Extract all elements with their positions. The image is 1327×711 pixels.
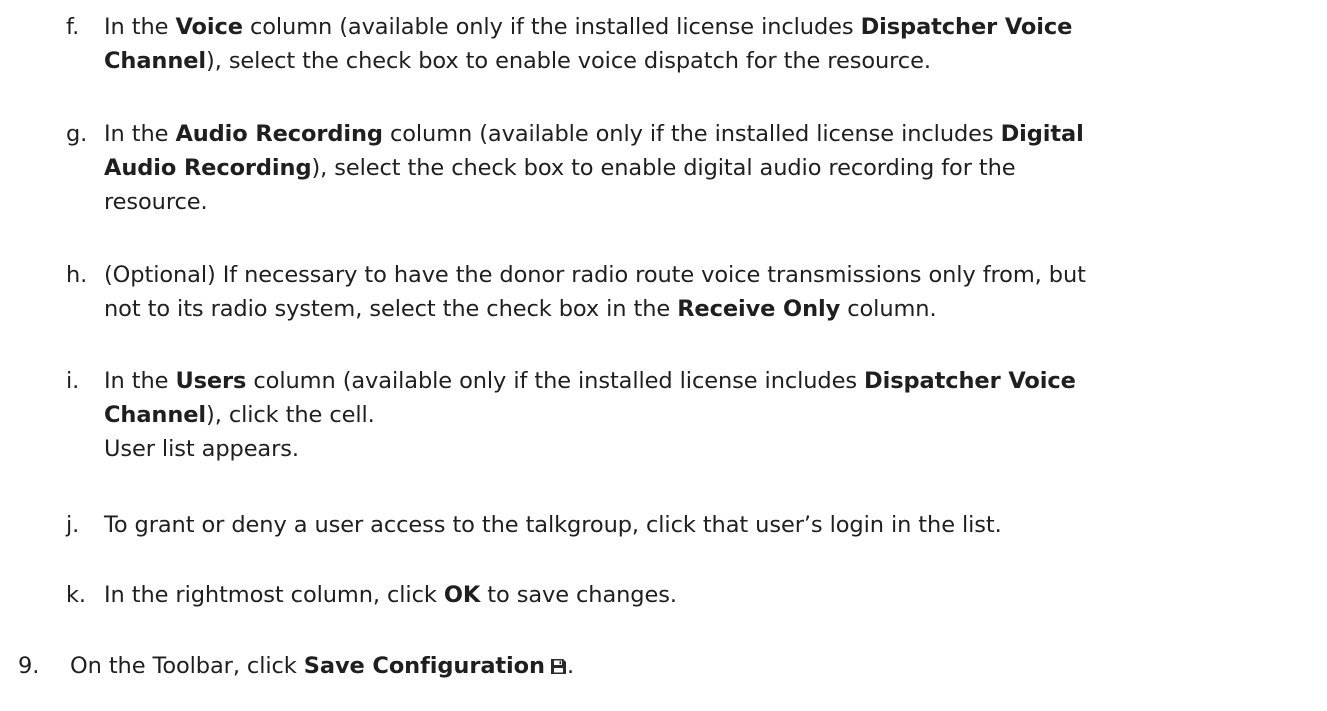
ui-term: Channel	[104, 48, 207, 74]
ui-term: Audio Recording	[104, 155, 312, 181]
step-9: 9. On the Toolbar, click Save Configurat…	[18, 649, 1310, 685]
step-f-line-1: In the Voice column (available only if t…	[104, 10, 1319, 44]
step-marker: h.	[66, 262, 88, 288]
step-text: ), click the cell.	[206, 402, 375, 428]
step-marker: 9.	[18, 653, 40, 679]
step-text: In the	[104, 14, 176, 40]
step-g-line-3: resource.	[104, 189, 208, 215]
step-text: .	[566, 653, 575, 679]
step-g: g. In the Audio Recording column (availa…	[66, 117, 1319, 219]
step-i-line-1: In the Users column (available only if t…	[104, 364, 1319, 398]
step-text: In the	[104, 121, 176, 147]
step-text: In the rightmost column, click	[104, 582, 444, 608]
ui-term: Receive Only	[677, 296, 841, 322]
step-marker: g.	[66, 121, 88, 147]
step-marker: j.	[66, 512, 80, 538]
ui-term: Dispatcher Voice	[860, 14, 1073, 40]
step-text: column (available only if the installed …	[382, 121, 1001, 147]
ui-term: Audio Recording	[175, 121, 383, 147]
step-text: to save changes.	[480, 582, 677, 608]
step-marker: k.	[66, 582, 86, 608]
step-i: i. In the Users column (available only i…	[66, 364, 1319, 466]
step-f-line-2: Channel), select the check box to enable…	[104, 44, 1319, 78]
step-text: ), select the check box to enable voice …	[206, 48, 931, 74]
step-i-line-2: Channel), click the cell.	[104, 398, 1319, 432]
step-marker: i.	[66, 368, 80, 394]
step-g-line-2: Audio Recording), select the check box t…	[104, 151, 1319, 185]
step-text: column (available only if the installed …	[242, 14, 861, 40]
step-text: not to its radio system, select the chec…	[104, 296, 678, 322]
ui-term: Users	[175, 368, 247, 394]
step-text: ), select the check box to enable digita…	[311, 155, 1016, 181]
step-j: j. To grant or deny a user access to the…	[66, 508, 1319, 542]
step-text: column.	[840, 296, 937, 322]
step-text: column (available only if the installed …	[246, 368, 865, 394]
ui-term: Save Configuration	[303, 653, 545, 679]
step-h: h. (Optional) If necessary to have the d…	[66, 258, 1319, 326]
step-h-line-1: (Optional) If necessary to have the dono…	[104, 262, 1086, 288]
step-j-line-1: To grant or deny a user access to the ta…	[104, 512, 1002, 538]
step-9-line-1: On the Toolbar, click Save Configuration…	[70, 649, 1310, 685]
ui-term: Dispatcher Voice	[864, 368, 1076, 394]
step-i-result: User list appears.	[104, 436, 299, 462]
step-f: f. In the Voice column (available only i…	[66, 10, 1319, 78]
step-marker: f.	[66, 14, 80, 40]
step-k-line-1: In the rightmost column, click OK to sav…	[104, 578, 1319, 612]
ui-term: OK	[443, 582, 481, 608]
step-text: In the	[104, 368, 176, 394]
step-k: k. In the rightmost column, click OK to …	[66, 578, 1319, 612]
save-icon	[550, 651, 567, 685]
ui-term: Channel	[104, 402, 207, 428]
ui-term: Voice	[175, 14, 243, 40]
ui-term: Digital	[1000, 121, 1084, 147]
step-g-line-1: In the Audio Recording column (available…	[104, 117, 1319, 151]
step-h-line-2: not to its radio system, select the chec…	[104, 292, 1319, 326]
procedure-document: f. In the Voice column (available only i…	[0, 0, 1327, 711]
step-text: On the Toolbar, click	[70, 653, 304, 679]
